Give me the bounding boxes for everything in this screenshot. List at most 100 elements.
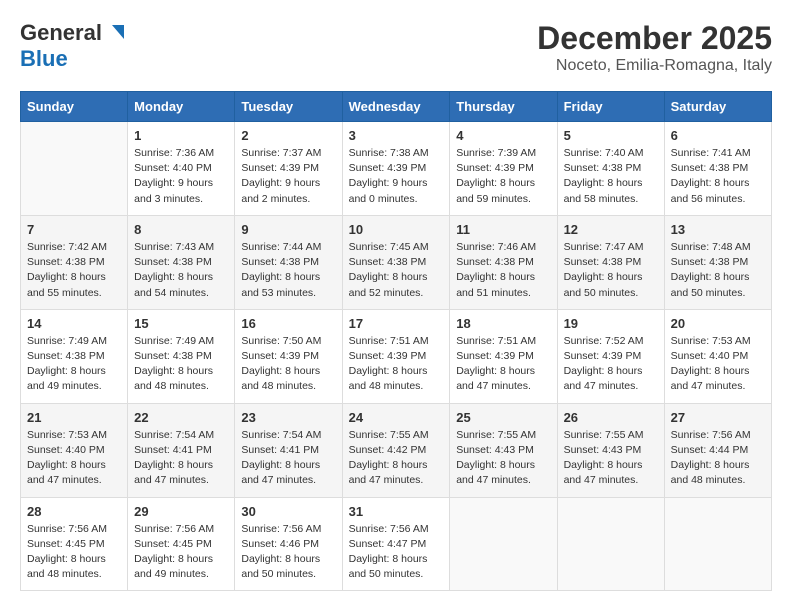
day-cell: 11 Sunrise: 7:46 AM Sunset: 4:38 PM Dayli… bbox=[450, 215, 557, 309]
day-cell: 31 Sunrise: 7:56 AM Sunset: 4:47 PM Dayli… bbox=[342, 497, 450, 591]
day-info: Sunrise: 7:56 AM Sunset: 4:45 PM Dayligh… bbox=[27, 522, 121, 583]
day-info: Sunrise: 7:50 AM Sunset: 4:39 PM Dayligh… bbox=[241, 334, 335, 395]
day-number: 14 bbox=[27, 316, 121, 331]
day-cell: 16 Sunrise: 7:50 AM Sunset: 4:39 PM Dayli… bbox=[235, 309, 342, 403]
day-cell: 27 Sunrise: 7:56 AM Sunset: 4:44 PM Dayli… bbox=[664, 403, 771, 497]
day-info: Sunrise: 7:51 AM Sunset: 4:39 PM Dayligh… bbox=[349, 334, 444, 395]
week-row-0: 1 Sunrise: 7:36 AM Sunset: 4:40 PM Daylig… bbox=[21, 122, 772, 216]
day-info: Sunrise: 7:53 AM Sunset: 4:40 PM Dayligh… bbox=[671, 334, 765, 395]
day-number: 1 bbox=[134, 128, 228, 143]
logo-text-general: General bbox=[20, 20, 102, 46]
day-number: 6 bbox=[671, 128, 765, 143]
calendar-header-row: SundayMondayTuesdayWednesdayThursdayFrid… bbox=[21, 92, 772, 122]
day-cell: 21Sunrise: 7:53 AM Sunset: 4:40 PM Dayli… bbox=[21, 403, 128, 497]
week-row-3: 21Sunrise: 7:53 AM Sunset: 4:40 PM Dayli… bbox=[21, 403, 772, 497]
logo-icon bbox=[104, 21, 126, 43]
day-number: 8 bbox=[134, 222, 228, 237]
day-number: 31 bbox=[349, 504, 444, 519]
day-number: 17 bbox=[349, 316, 444, 331]
day-info: Sunrise: 7:56 AM Sunset: 4:44 PM Dayligh… bbox=[671, 428, 765, 489]
day-info: Sunrise: 7:47 AM Sunset: 4:38 PM Dayligh… bbox=[564, 240, 658, 301]
day-number: 11 bbox=[456, 222, 550, 237]
week-row-1: 7Sunrise: 7:42 AM Sunset: 4:38 PM Daylig… bbox=[21, 215, 772, 309]
day-info: Sunrise: 7:37 AM Sunset: 4:39 PM Dayligh… bbox=[241, 146, 335, 207]
day-number: 10 bbox=[349, 222, 444, 237]
day-number: 12 bbox=[564, 222, 658, 237]
day-number: 30 bbox=[241, 504, 335, 519]
month-title: December 2025 bbox=[537, 20, 772, 57]
day-cell: 18Sunrise: 7:51 AM Sunset: 4:39 PM Dayli… bbox=[450, 309, 557, 403]
day-number: 23 bbox=[241, 410, 335, 425]
day-info: Sunrise: 7:54 AM Sunset: 4:41 PM Dayligh… bbox=[241, 428, 335, 489]
day-info: Sunrise: 7:42 AM Sunset: 4:38 PM Dayligh… bbox=[27, 240, 121, 301]
logo: General Blue bbox=[20, 20, 126, 72]
day-cell: 10 Sunrise: 7:45 AM Sunset: 4:38 PM Dayli… bbox=[342, 215, 450, 309]
day-cell: 5Sunrise: 7:40 AM Sunset: 4:38 PM Daylig… bbox=[557, 122, 664, 216]
day-info: Sunrise: 7:45 AM Sunset: 4:38 PM Dayligh… bbox=[349, 240, 444, 301]
day-info: Sunrise: 7:48 AM Sunset: 4:38 PM Dayligh… bbox=[671, 240, 765, 301]
day-number: 16 bbox=[241, 316, 335, 331]
day-cell: 19 Sunrise: 7:52 AM Sunset: 4:39 PM Dayli… bbox=[557, 309, 664, 403]
header-friday: Friday bbox=[557, 92, 664, 122]
day-cell: 8Sunrise: 7:43 AM Sunset: 4:38 PM Daylig… bbox=[128, 215, 235, 309]
day-cell: 2 Sunrise: 7:37 AM Sunset: 4:39 PM Daylig… bbox=[235, 122, 342, 216]
day-cell: 24Sunrise: 7:55 AM Sunset: 4:42 PM Dayli… bbox=[342, 403, 450, 497]
day-info: Sunrise: 7:36 AM Sunset: 4:40 PM Dayligh… bbox=[134, 146, 228, 207]
header-tuesday: Tuesday bbox=[235, 92, 342, 122]
day-info: Sunrise: 7:44 AM Sunset: 4:38 PM Dayligh… bbox=[241, 240, 335, 301]
day-number: 28 bbox=[27, 504, 121, 519]
day-number: 19 bbox=[564, 316, 658, 331]
day-info: Sunrise: 7:56 AM Sunset: 4:46 PM Dayligh… bbox=[241, 522, 335, 583]
day-info: Sunrise: 7:55 AM Sunset: 4:42 PM Dayligh… bbox=[349, 428, 444, 489]
header-wednesday: Wednesday bbox=[342, 92, 450, 122]
day-info: Sunrise: 7:38 AM Sunset: 4:39 PM Dayligh… bbox=[349, 146, 444, 207]
day-cell: 29Sunrise: 7:56 AM Sunset: 4:45 PM Dayli… bbox=[128, 497, 235, 591]
day-cell: 28 Sunrise: 7:56 AM Sunset: 4:45 PM Dayli… bbox=[21, 497, 128, 591]
day-number: 2 bbox=[241, 128, 335, 143]
day-info: Sunrise: 7:54 AM Sunset: 4:41 PM Dayligh… bbox=[134, 428, 228, 489]
day-cell bbox=[664, 497, 771, 591]
day-cell: 1 Sunrise: 7:36 AM Sunset: 4:40 PM Daylig… bbox=[128, 122, 235, 216]
calendar-table: SundayMondayTuesdayWednesdayThursdayFrid… bbox=[20, 91, 772, 591]
day-cell: 4 Sunrise: 7:39 AM Sunset: 4:39 PM Daylig… bbox=[450, 122, 557, 216]
day-cell: 30 Sunrise: 7:56 AM Sunset: 4:46 PM Dayli… bbox=[235, 497, 342, 591]
day-cell bbox=[21, 122, 128, 216]
day-cell: 14Sunrise: 7:49 AM Sunset: 4:38 PM Dayli… bbox=[21, 309, 128, 403]
day-cell: 25Sunrise: 7:55 AM Sunset: 4:43 PM Dayli… bbox=[450, 403, 557, 497]
day-number: 15 bbox=[134, 316, 228, 331]
day-number: 27 bbox=[671, 410, 765, 425]
day-info: Sunrise: 7:55 AM Sunset: 4:43 PM Dayligh… bbox=[456, 428, 550, 489]
day-info: Sunrise: 7:39 AM Sunset: 4:39 PM Dayligh… bbox=[456, 146, 550, 207]
calendar-body: 1 Sunrise: 7:36 AM Sunset: 4:40 PM Daylig… bbox=[21, 122, 772, 591]
day-cell bbox=[450, 497, 557, 591]
day-number: 22 bbox=[134, 410, 228, 425]
day-cell: 15Sunrise: 7:49 AM Sunset: 4:38 PM Dayli… bbox=[128, 309, 235, 403]
day-info: Sunrise: 7:53 AM Sunset: 4:40 PM Dayligh… bbox=[27, 428, 121, 489]
day-info: Sunrise: 7:41 AM Sunset: 4:38 PM Dayligh… bbox=[671, 146, 765, 207]
day-cell bbox=[557, 497, 664, 591]
page-header: General Blue December 2025 Noceto, Emili… bbox=[20, 20, 772, 75]
location: Noceto, Emilia-Romagna, Italy bbox=[537, 57, 772, 75]
day-number: 26 bbox=[564, 410, 658, 425]
day-info: Sunrise: 7:51 AM Sunset: 4:39 PM Dayligh… bbox=[456, 334, 550, 395]
day-info: Sunrise: 7:46 AM Sunset: 4:38 PM Dayligh… bbox=[456, 240, 550, 301]
day-cell: 13 Sunrise: 7:48 AM Sunset: 4:38 PM Dayli… bbox=[664, 215, 771, 309]
day-cell: 3 Sunrise: 7:38 AM Sunset: 4:39 PM Daylig… bbox=[342, 122, 450, 216]
day-info: Sunrise: 7:52 AM Sunset: 4:39 PM Dayligh… bbox=[564, 334, 658, 395]
day-number: 3 bbox=[349, 128, 444, 143]
day-cell: 6 Sunrise: 7:41 AM Sunset: 4:38 PM Daylig… bbox=[664, 122, 771, 216]
week-row-2: 14Sunrise: 7:49 AM Sunset: 4:38 PM Dayli… bbox=[21, 309, 772, 403]
day-cell: 9 Sunrise: 7:44 AM Sunset: 4:38 PM Daylig… bbox=[235, 215, 342, 309]
logo-text-blue: Blue bbox=[20, 46, 68, 71]
day-info: Sunrise: 7:55 AM Sunset: 4:43 PM Dayligh… bbox=[564, 428, 658, 489]
day-cell: 26 Sunrise: 7:55 AM Sunset: 4:43 PM Dayli… bbox=[557, 403, 664, 497]
day-number: 9 bbox=[241, 222, 335, 237]
day-number: 4 bbox=[456, 128, 550, 143]
day-info: Sunrise: 7:56 AM Sunset: 4:45 PM Dayligh… bbox=[134, 522, 228, 583]
day-number: 13 bbox=[671, 222, 765, 237]
day-info: Sunrise: 7:56 AM Sunset: 4:47 PM Dayligh… bbox=[349, 522, 444, 583]
day-info: Sunrise: 7:40 AM Sunset: 4:38 PM Dayligh… bbox=[564, 146, 658, 207]
day-number: 20 bbox=[671, 316, 765, 331]
day-cell: 12 Sunrise: 7:47 AM Sunset: 4:38 PM Dayli… bbox=[557, 215, 664, 309]
day-cell: 22 Sunrise: 7:54 AM Sunset: 4:41 PM Dayli… bbox=[128, 403, 235, 497]
